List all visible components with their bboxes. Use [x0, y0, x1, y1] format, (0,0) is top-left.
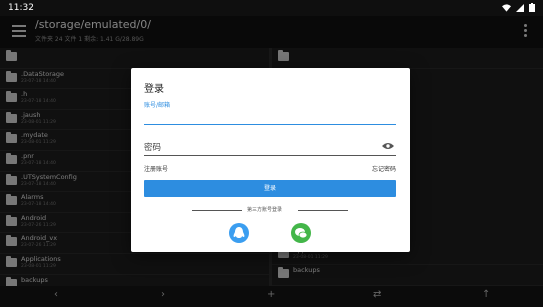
wechat-login-icon[interactable]: [291, 223, 311, 243]
signal-icon: [516, 3, 524, 12]
battery-icon: [529, 3, 535, 12]
dialog-title: 登录: [144, 84, 164, 95]
wifi-icon: [502, 3, 511, 12]
password-input[interactable]: [144, 155, 396, 156]
status-time: 11:32: [8, 3, 34, 13]
login-dialog: 登录 账号/邮箱 密码 注册账号 忘记密码 登录 第三方账号登录: [131, 68, 410, 252]
login-button[interactable]: 登录: [144, 180, 396, 197]
register-link[interactable]: 注册账号: [144, 164, 168, 173]
qq-login-icon[interactable]: [229, 223, 249, 243]
password-input-hint: 密码: [144, 143, 162, 153]
username-input[interactable]: [144, 124, 396, 125]
divider-line: [192, 210, 242, 211]
third-party-label: 第三方账号登录: [247, 207, 283, 213]
eye-icon[interactable]: [382, 142, 394, 150]
divider-line: [298, 210, 348, 211]
username-field-label: 账号/邮箱: [144, 102, 171, 109]
status-icons: [502, 3, 535, 12]
status-bar: 11:32: [0, 0, 543, 16]
forgot-password-link[interactable]: 忘记密码: [372, 164, 396, 173]
